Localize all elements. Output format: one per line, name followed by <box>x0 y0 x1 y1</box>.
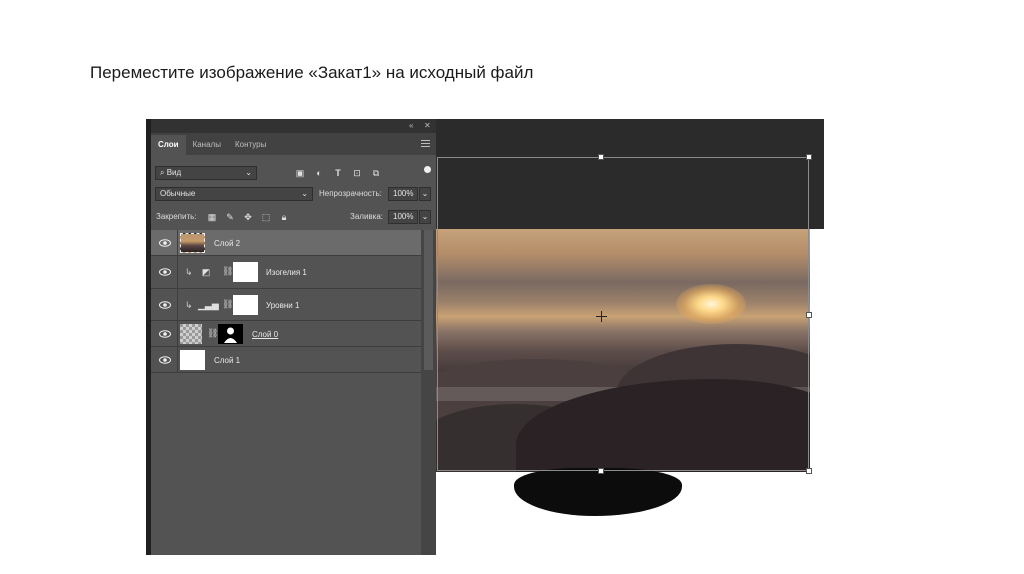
transform-handle-top[interactable] <box>598 154 604 160</box>
opacity-dropdown-icon[interactable]: ⌄ <box>419 187 431 201</box>
lock-position-icon[interactable]: ✥ <box>242 211 254 223</box>
layer-row-levels[interactable]: ↳ ▁▃▅ ⛓︎ Уровни 1 <box>151 289 421 321</box>
transform-handle-top-right[interactable] <box>806 154 812 160</box>
layer-name[interactable]: Уровни 1 <box>266 301 299 311</box>
lock-transparent-icon[interactable]: ▦ <box>206 211 218 223</box>
double-chevron-left-icon[interactable]: « <box>409 121 413 130</box>
layer-thumbnail <box>180 350 205 370</box>
fill-label: Заливка: <box>350 212 384 221</box>
lock-all-icon[interactable]: 🔒︎ <box>278 211 290 223</box>
layer-row-posterize[interactable]: ↳ ◩ ⛓︎ Изогелия 1 <box>151 256 421 289</box>
slide-title: Переместите изображение «Закат1» на исхо… <box>90 63 534 82</box>
eye-icon[interactable] <box>159 239 171 247</box>
eye-icon[interactable] <box>159 356 171 364</box>
blend-mode-select[interactable]: Обычные ⌄ <box>155 187 313 201</box>
visibility-column-divider <box>177 256 178 288</box>
clipping-arrow-icon: ↳ <box>185 300 193 310</box>
layer-name[interactable]: Слой 2 <box>214 239 240 249</box>
layer-name[interactable]: Слой 0 <box>252 330 278 340</box>
layer-thumbnail <box>180 324 202 344</box>
smart-object-filter-icon[interactable]: ⧉ <box>370 167 382 179</box>
brush-mask-shape <box>514 468 682 516</box>
tab-paths[interactable]: Контуры <box>228 135 273 155</box>
text-filter-icon[interactable]: T <box>332 167 344 179</box>
panel-title-bar: « ✕ <box>151 119 436 133</box>
adjustment-filter-icon[interactable]: ◐ <box>313 167 325 179</box>
chevron-down-icon: ⌄ <box>245 168 252 177</box>
search-icon: ⌕ <box>160 168 165 177</box>
layer-name[interactable]: Изогелия 1 <box>266 268 307 278</box>
fill-dropdown-icon[interactable]: ⌄ <box>419 210 431 224</box>
layer-thumbnail <box>180 233 205 253</box>
transform-handle-bottom-right[interactable] <box>806 468 812 474</box>
panel-menu-icon[interactable] <box>421 138 430 149</box>
eye-icon[interactable] <box>159 330 171 338</box>
blend-row: Обычные ⌄ Непрозрачность: 100% ⌄ <box>151 186 436 206</box>
layer-mask-thumbnail[interactable] <box>218 324 243 344</box>
fill-input[interactable]: 100% <box>388 210 418 224</box>
layer-name[interactable]: Слой 1 <box>214 356 240 366</box>
mask-link-chain-icon[interactable]: ⛓︎ <box>222 299 233 310</box>
shape-filter-icon[interactable]: ⊡ <box>351 167 363 179</box>
visibility-column-divider <box>177 321 178 346</box>
lock-label: Закрепить: <box>156 212 197 221</box>
mask-link-chain-icon[interactable]: ⛓︎ <box>222 266 233 277</box>
layer-row-layer0[interactable]: ⛓︎ Слой 0 <box>151 321 421 347</box>
filter-row: ⌕ Вид ⌄ ▣ ◐ T ⊡ ⧉ <box>151 164 436 184</box>
opacity-label: Непрозрачность: <box>319 189 382 198</box>
visibility-column-divider <box>177 289 178 320</box>
layer-row-layer2[interactable]: Слой 2 <box>151 230 421 256</box>
close-icon[interactable]: ✕ <box>424 121 431 130</box>
filter-kind-label: Вид <box>166 168 182 177</box>
transform-handle-right[interactable] <box>806 312 812 318</box>
clipping-arrow-icon: ↳ <box>185 267 193 277</box>
tab-channels[interactable]: Каналы <box>186 135 228 155</box>
posterize-adjustment-icon: ◩ <box>201 267 211 277</box>
panel-tabs: Слои Каналы Контуры <box>151 133 436 155</box>
eye-icon[interactable] <box>159 301 171 309</box>
transform-handle-bottom[interactable] <box>598 468 604 474</box>
filter-toggle-switch[interactable] <box>424 166 431 173</box>
image-filter-icon[interactable]: ▣ <box>294 167 306 179</box>
levels-histogram-icon: ▁▃▅ <box>198 300 219 310</box>
visibility-column-divider <box>177 230 178 255</box>
mask-link-chain-icon[interactable]: ⛓︎ <box>207 328 218 339</box>
lock-artboard-icon[interactable]: ⬚ <box>260 211 272 223</box>
chevron-down-icon: ⌄ <box>301 189 308 198</box>
lock-row: Закрепить: ▦ ✎ ✥ ⬚ 🔒︎ Заливка: 100% ⌄ <box>151 208 436 228</box>
layer-mask-thumbnail[interactable] <box>233 262 258 282</box>
filter-kind-select[interactable]: ⌕ Вид ⌄ <box>155 166 257 180</box>
tab-layers[interactable]: Слои <box>151 135 186 155</box>
blend-mode-value: Обычные <box>160 189 196 198</box>
visibility-column-divider <box>177 347 178 372</box>
eye-icon[interactable] <box>159 268 171 276</box>
opacity-input[interactable]: 100% <box>388 187 418 201</box>
transform-center-crosshair-icon[interactable] <box>596 311 607 322</box>
layers-panel: « ✕ Слои Каналы Контуры ⌕ Вид ⌄ ▣ ◐ T ⊡ … <box>151 119 436 555</box>
transform-bounding-box[interactable] <box>437 157 809 471</box>
lock-brush-icon[interactable]: ✎ <box>224 211 236 223</box>
layers-scrollbar-thumb[interactable] <box>424 230 433 370</box>
layer-row-layer1[interactable]: Слой 1 <box>151 347 421 373</box>
layer-mask-thumbnail[interactable] <box>233 295 258 315</box>
